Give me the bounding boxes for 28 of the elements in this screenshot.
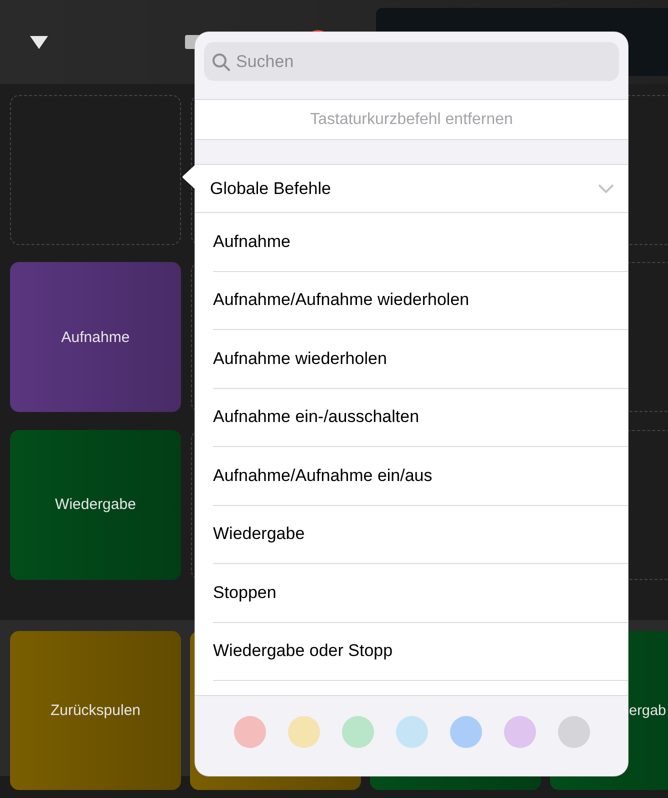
pad-label: Aufnahme [61, 328, 130, 346]
color-swatch[interactable] [396, 716, 428, 748]
search-field[interactable]: Suchen [204, 42, 619, 81]
color-swatch[interactable] [558, 716, 590, 748]
color-swatch[interactable] [450, 716, 482, 748]
command-item[interactable]: Wiedergabe [213, 506, 628, 564]
section-header[interactable]: Globale Befehle [195, 165, 628, 213]
command-item[interactable]: Stoppen [213, 564, 628, 622]
command-item[interactable]: Aufnahme/Aufnahme ein/aus [213, 447, 628, 506]
command-pad[interactable]: Aufnahme [10, 262, 181, 412]
empty-pad[interactable] [10, 95, 181, 245]
search-icon [212, 53, 230, 71]
color-swatch[interactable] [234, 716, 266, 748]
color-swatch[interactable] [288, 716, 320, 748]
command-pad[interactable]: Zurückspulen [10, 631, 181, 790]
color-swatch[interactable] [342, 716, 374, 748]
triangle-down-icon[interactable] [30, 36, 48, 49]
pad-label: ergab [629, 702, 666, 718]
color-swatch[interactable] [504, 716, 536, 748]
command-item[interactable]: Aufnahme [213, 213, 628, 272]
command-item[interactable]: Aufnahme/Aufnahme wiederholen [213, 272, 628, 330]
pad-label: Zurückspulen [50, 702, 141, 719]
command-item[interactable]: Wiedergabe oder Stopp [213, 622, 628, 681]
pad-label: Wiedergabe [55, 496, 136, 514]
command-pad[interactable]: Wiedergabe [10, 430, 181, 580]
command-item[interactable]: Aufnahme wiederholen [213, 330, 628, 388]
command-item[interactable]: Aufnahme ein-/ausschalten [213, 388, 628, 447]
section-title: Globale Befehle [210, 178, 331, 198]
